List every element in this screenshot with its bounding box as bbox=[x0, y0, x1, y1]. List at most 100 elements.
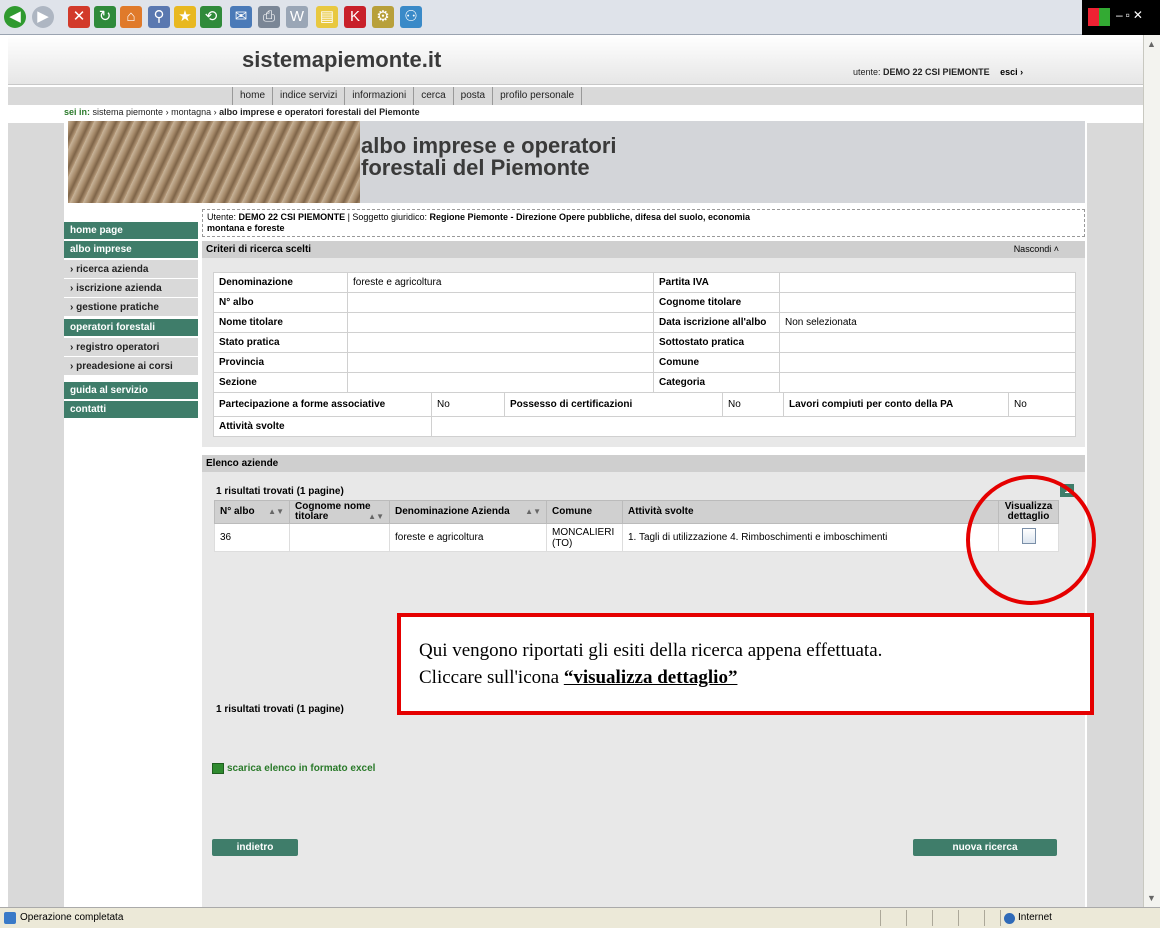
forward-icon[interactable]: ▶ bbox=[32, 6, 54, 28]
breadcrumb: sei in: sistema piemonte › montagna › al… bbox=[64, 107, 420, 117]
sidebar-item-gestione-pratiche[interactable]: › gestione pratiche bbox=[64, 298, 198, 317]
results-count-bottom: 1 risultati trovati (1 pagine) bbox=[216, 704, 344, 715]
excel-download-link[interactable]: scarica elenco in formato excel bbox=[212, 763, 375, 774]
cell-attivita: 1. Tagli di utilizzazione 4. Rimboschime… bbox=[622, 523, 999, 552]
browser-window: ◀ ▶ ✕ ↻ ⌂ ⚲ ★ ⟲ ✉ ⎙ W ▤ K ⚙ ⚇ –▫✕ sistem… bbox=[0, 0, 1160, 928]
top-navigation: home indice servizi informazioni cerca p… bbox=[8, 87, 1143, 105]
sidebar-item-albo-imprese[interactable]: albo imprese bbox=[64, 241, 198, 258]
scroll-up-icon[interactable]: ▲ bbox=[1147, 39, 1156, 49]
status-text: Operazione completata bbox=[20, 912, 124, 923]
globe-icon bbox=[1004, 913, 1015, 924]
sidebar-item-registro-operatori[interactable]: › registro operatori bbox=[64, 338, 198, 357]
col-header-denominazione[interactable]: Denominazione Azienda ▲▼ bbox=[389, 500, 547, 524]
sidebar-item-iscrizione-azienda[interactable]: › iscrizione azienda bbox=[64, 279, 198, 298]
stop-icon[interactable]: ✕ bbox=[68, 6, 90, 28]
nav-cerca[interactable]: cerca bbox=[414, 87, 454, 105]
table-row: 36 foreste e agricoltura MONCALIERI (TO)… bbox=[214, 523, 1059, 552]
sidebar-item-preadesione-corsi[interactable]: › preadesione ai corsi bbox=[64, 357, 198, 376]
results-table: N° albo ▲▼ Cognome nome titolare ▲▼ Deno… bbox=[214, 500, 1059, 552]
chevron-up-icon: ˄ bbox=[1053, 244, 1059, 254]
print-icon[interactable]: ⎙ bbox=[258, 6, 280, 28]
vertical-scrollbar[interactable]: ▲ ▼ bbox=[1143, 35, 1160, 907]
research-icon[interactable]: K bbox=[344, 6, 366, 28]
nav-profilo-personale[interactable]: profilo personale bbox=[493, 87, 583, 105]
table-row: Attività svolte bbox=[213, 416, 1076, 437]
search-criteria-panel: Criteri di ricerca scelti Nascondi ˄ Den… bbox=[202, 241, 1085, 447]
search-icon[interactable]: ⚲ bbox=[148, 6, 170, 28]
left-navigation: home page albo imprese › ricerca azienda… bbox=[64, 222, 198, 420]
nav-informazioni[interactable]: informazioni bbox=[345, 87, 415, 105]
callout-line2: Cliccare sull'icona “visualizza dettagli… bbox=[419, 667, 738, 688]
wood-texture-image bbox=[68, 121, 360, 203]
site-brand[interactable]: sistemapiemonte.it bbox=[242, 47, 441, 73]
col-header-cognome[interactable]: Cognome nome titolare ▲▼ bbox=[289, 500, 390, 524]
right-gutter bbox=[1087, 123, 1143, 907]
sidebar-item-ricerca-azienda[interactable]: › ricerca azienda bbox=[64, 260, 198, 279]
back-button[interactable]: indietro bbox=[212, 839, 298, 856]
service-banner: albo imprese e operatori forestali del P… bbox=[68, 121, 1085, 203]
highlight-circle bbox=[966, 475, 1096, 605]
table-row: Nome titolare Data iscrizione all'albo No… bbox=[213, 312, 1076, 333]
browser-toolbar: ◀ ▶ ✕ ↻ ⌂ ⚲ ★ ⟲ ✉ ⎙ W ▤ K ⚙ ⚇ –▫✕ bbox=[0, 0, 1160, 35]
tools-icon[interactable]: ⚙ bbox=[372, 6, 394, 28]
table-row: Denominazione foreste e agricoltura Parti… bbox=[213, 272, 1076, 293]
messenger-icon[interactable]: ▤ bbox=[316, 6, 338, 28]
results-count-top: 1 risultati trovati (1 pagine) bbox=[216, 486, 344, 497]
criteria-table-extra: Partecipazione a forme associative No Po… bbox=[213, 392, 1076, 437]
sidebar-item-guida-servizio[interactable]: guida al servizio bbox=[64, 382, 198, 399]
table-row: N° albo Cognome titolare bbox=[213, 292, 1076, 313]
sidebar-item-home-page[interactable]: home page bbox=[64, 222, 198, 239]
user-line: utente: DEMO 22 CSI PIEMONTE esci › bbox=[853, 67, 1023, 77]
windows-logo-icon bbox=[1088, 8, 1110, 26]
criteria-table: Denominazione foreste e agricoltura Parti… bbox=[213, 272, 1076, 393]
table-row: Sezione Categoria bbox=[213, 372, 1076, 393]
refresh-icon[interactable]: ↻ bbox=[94, 6, 116, 28]
scroll-down-icon[interactable]: ▼ bbox=[1147, 893, 1156, 903]
window-controls: –▫✕ bbox=[1082, 0, 1160, 35]
table-row: Provincia Comune bbox=[213, 352, 1076, 373]
cell-denominazione: foreste e agricoltura bbox=[389, 523, 547, 552]
breadcrumb-item-current: albo imprese e operatori forestali del P… bbox=[219, 107, 420, 117]
table-row: Partecipazione a forme associative No Po… bbox=[213, 392, 1076, 417]
results-header: Elenco aziende bbox=[202, 455, 1085, 472]
minimize-restore-close-icon[interactable]: –▫✕ bbox=[1116, 8, 1146, 22]
sidebar-item-operatori-forestali[interactable]: operatori forestali bbox=[64, 319, 198, 336]
excel-icon bbox=[212, 763, 224, 774]
security-zone: Internet bbox=[1018, 912, 1052, 923]
sort-icon[interactable]: ▲▼ bbox=[525, 507, 541, 517]
page-icon bbox=[4, 912, 16, 924]
userinfo-subject: Regione Piemonte - Direzione Opere pubbl… bbox=[429, 212, 751, 222]
col-header-comune: Comune bbox=[546, 500, 623, 524]
sidebar-item-contatti[interactable]: contatti bbox=[64, 401, 198, 418]
user-info-box: Utente: DEMO 22 CSI PIEMONTE | Soggetto … bbox=[202, 209, 1085, 237]
nav-indice-servizi[interactable]: indice servizi bbox=[273, 87, 346, 105]
breadcrumb-item-sistema[interactable]: sistema piemonte bbox=[93, 107, 164, 117]
table-header-row: N° albo ▲▼ Cognome nome titolare ▲▼ Deno… bbox=[214, 500, 1059, 524]
edit-icon[interactable]: W bbox=[286, 6, 308, 28]
left-gutter bbox=[8, 123, 64, 907]
contacts-icon[interactable]: ⚇ bbox=[400, 6, 422, 28]
home-icon[interactable]: ⌂ bbox=[120, 6, 142, 28]
hide-criteria-link[interactable]: Nascondi ˄ bbox=[1014, 241, 1059, 258]
favorites-icon[interactable]: ★ bbox=[174, 6, 196, 28]
logout-link[interactable]: esci › bbox=[1000, 67, 1023, 77]
back-icon[interactable]: ◀ bbox=[4, 6, 26, 28]
mail-icon[interactable]: ✉ bbox=[230, 6, 252, 28]
status-bar: Operazione completata Internet bbox=[0, 907, 1160, 928]
breadcrumb-item-montagna[interactable]: montagna bbox=[171, 107, 211, 117]
nav-posta[interactable]: posta bbox=[454, 87, 494, 105]
nav-home[interactable]: home bbox=[232, 87, 274, 105]
new-search-button[interactable]: nuova ricerca bbox=[913, 839, 1057, 856]
callout-line1: Qui vengono riportati gli esiti della ri… bbox=[419, 640, 883, 661]
cell-titolare bbox=[289, 523, 390, 552]
sort-icon[interactable]: ▲▼ bbox=[268, 507, 284, 517]
web-page: sistemapiemonte.it utente: DEMO 22 CSI P… bbox=[0, 35, 1143, 907]
col-header-attivita: Attività svolte bbox=[622, 500, 999, 524]
userinfo-user: DEMO 22 CSI PIEMONTE bbox=[238, 212, 346, 222]
criteria-header: Criteri di ricerca scelti Nascondi ˄ bbox=[202, 241, 1085, 258]
sort-icon[interactable]: ▲▼ bbox=[368, 512, 384, 522]
history-icon[interactable]: ⟲ bbox=[200, 6, 222, 28]
instruction-callout: Qui vengono riportati gli esiti della ri… bbox=[397, 613, 1094, 715]
breadcrumb-label: sei in: bbox=[64, 107, 91, 117]
col-header-n-albo[interactable]: N° albo ▲▼ bbox=[214, 500, 290, 524]
